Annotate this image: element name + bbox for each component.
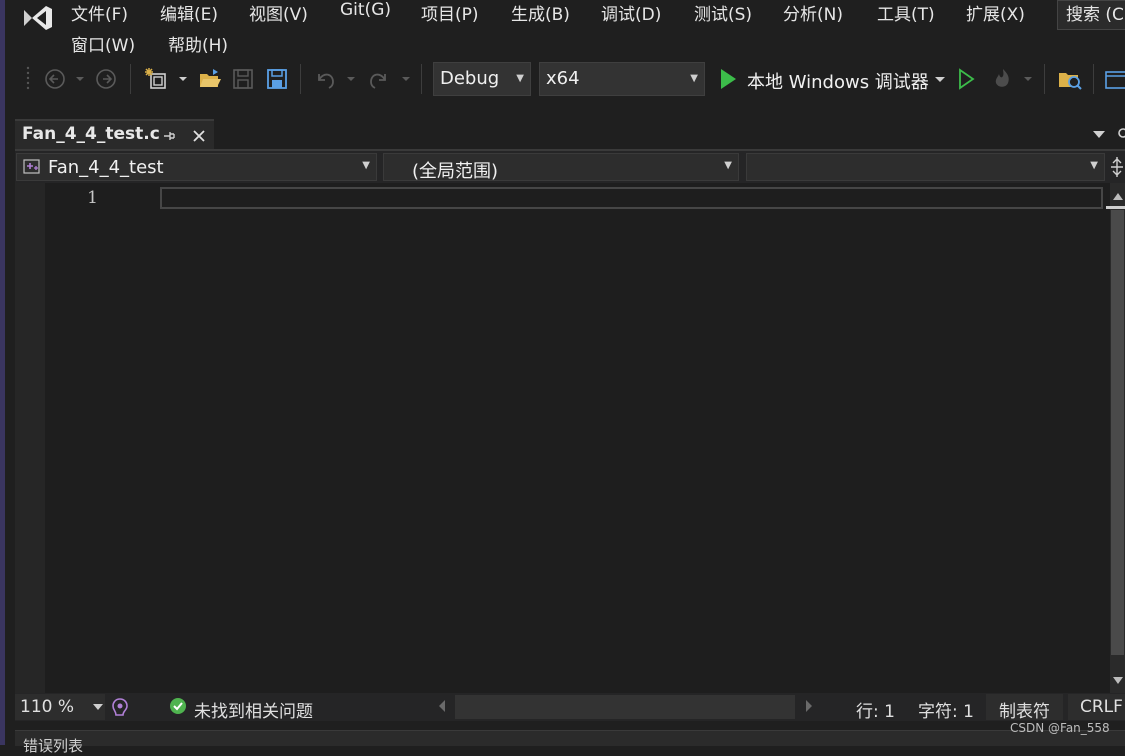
navigate-back-icon[interactable] <box>44 66 66 92</box>
code-editor[interactable] <box>15 183 1110 693</box>
toolbar-grip-icon[interactable] <box>24 64 32 94</box>
hot-reload-icon[interactable] <box>990 66 1016 92</box>
watermark: CSDN @Fan_558 <box>1010 721 1110 735</box>
save-all-icon[interactable] <box>265 66 289 92</box>
configuration-select[interactable]: Debug ▼ <box>433 62 531 96</box>
tab-document[interactable]: Fan_4_4_test.c <box>15 119 214 149</box>
tab-list-dropdown-icon[interactable] <box>1092 128 1106 140</box>
horizontal-scrollbar[interactable] <box>455 695 795 719</box>
menu-edit[interactable]: 编辑(E) <box>160 0 218 25</box>
scrollbar-thumb[interactable] <box>1111 210 1124 655</box>
start-debugger-label[interactable]: 本地 Windows 调试器 <box>747 68 929 94</box>
window-layout-icon[interactable] <box>1103 66 1125 92</box>
project-select[interactable]: Fan_4_4_test ▼ <box>16 153 377 181</box>
window-edge <box>0 0 5 745</box>
platform-select[interactable]: x64 ▼ <box>539 62 705 96</box>
start-without-debugging-icon[interactable] <box>955 66 977 92</box>
save-icon[interactable] <box>231 66 255 92</box>
find-in-files-icon[interactable] <box>1056 66 1084 92</box>
redo-icon[interactable] <box>367 66 391 92</box>
no-issues-check-icon[interactable] <box>169 697 187 715</box>
back-dropdown-icon[interactable] <box>74 66 86 92</box>
tab-filename: Fan_4_4_test.c <box>22 124 160 144</box>
menu-analyze[interactable]: 分析(N) <box>783 0 843 25</box>
toolbar-separator <box>421 64 422 94</box>
navigation-bar: Fan_4_4_test ▼ (全局范围) ▼ ▼ <box>15 151 1125 183</box>
redo-dropdown-icon[interactable] <box>400 66 412 92</box>
open-folder-icon[interactable] <box>197 66 223 92</box>
menu-window[interactable]: 窗口(W) <box>71 31 135 56</box>
intellicode-icon[interactable] <box>110 697 130 717</box>
navigate-forward-icon[interactable] <box>95 66 117 92</box>
scope-select[interactable]: (全局范围) ▼ <box>383 153 739 182</box>
scroll-left-icon[interactable] <box>437 699 447 713</box>
member-select[interactable]: ▼ <box>746 153 1105 181</box>
current-line-highlight <box>160 187 1103 209</box>
pin-icon[interactable] <box>162 129 176 143</box>
menu-view[interactable]: 视图(V) <box>249 0 308 25</box>
scroll-up-icon[interactable] <box>1111 190 1125 202</box>
chevron-down-icon: ▼ <box>516 73 524 84</box>
project-icon <box>23 159 40 174</box>
error-list-title: 错误列表 <box>23 737 84 755</box>
new-project-icon[interactable] <box>143 66 171 92</box>
scroll-down-icon[interactable] <box>1111 674 1125 686</box>
issues-status[interactable]: 未找到相关问题 <box>194 697 313 722</box>
close-icon[interactable] <box>191 128 207 144</box>
search-box[interactable]: 搜索 (C <box>1057 0 1125 30</box>
visual-studio-logo-icon[interactable] <box>18 3 58 33</box>
debugger-dropdown-icon[interactable] <box>933 66 947 92</box>
menu-test[interactable]: 测试(S) <box>694 0 752 25</box>
menu-help[interactable]: 帮助(H) <box>168 31 228 56</box>
menu-project[interactable]: 项目(P) <box>421 0 479 25</box>
zoom-level: 110 % <box>20 697 75 717</box>
start-debugging-icon[interactable] <box>717 66 739 92</box>
indent-mode: 制表符 <box>999 702 1050 722</box>
menu-build[interactable]: 生成(B) <box>511 0 570 25</box>
chevron-down-icon: ▼ <box>362 160 370 171</box>
configuration-value: Debug <box>440 68 500 89</box>
scroll-right-icon[interactable] <box>804 699 814 713</box>
scroll-position-marker <box>1106 206 1125 209</box>
toolbar-separator <box>130 64 131 94</box>
hot-reload-dropdown-icon[interactable] <box>1022 66 1034 92</box>
menu-debug[interactable]: 调试(D) <box>601 0 661 25</box>
menu-git[interactable]: Git(G) <box>340 0 391 20</box>
toolbar-separator <box>1093 64 1094 94</box>
line-number: 1 <box>87 188 98 208</box>
menu-extensions[interactable]: 扩展(X) <box>966 0 1025 25</box>
undo-icon[interactable] <box>313 66 337 92</box>
chevron-down-icon: ▼ <box>690 73 698 84</box>
settings-gear-icon[interactable] <box>1113 125 1125 141</box>
scope-value: (全局范围) <box>412 161 499 182</box>
split-editor-icon[interactable] <box>1109 156 1125 178</box>
error-list-panel[interactable]: 错误列表 <box>15 730 1125 755</box>
new-dropdown-icon[interactable] <box>177 66 189 92</box>
project-name: Fan_4_4_test <box>48 157 164 178</box>
chevron-down-icon: ▼ <box>1090 160 1098 171</box>
toolbar-separator <box>1044 64 1045 94</box>
char-indicator[interactable]: 字符: 1 <box>918 697 974 722</box>
line-ending: CRLF <box>1080 697 1123 717</box>
undo-dropdown-icon[interactable] <box>345 66 357 92</box>
line-indicator[interactable]: 行: 1 <box>856 697 895 722</box>
zoom-dropdown-icon[interactable] <box>92 702 104 712</box>
chevron-down-icon: ▼ <box>724 160 732 171</box>
platform-value: x64 <box>546 68 580 89</box>
toolbar-separator <box>300 64 301 94</box>
menu-file[interactable]: 文件(F) <box>71 0 128 25</box>
menu-tools[interactable]: 工具(T) <box>877 0 935 25</box>
indicator-margin[interactable] <box>15 183 45 693</box>
